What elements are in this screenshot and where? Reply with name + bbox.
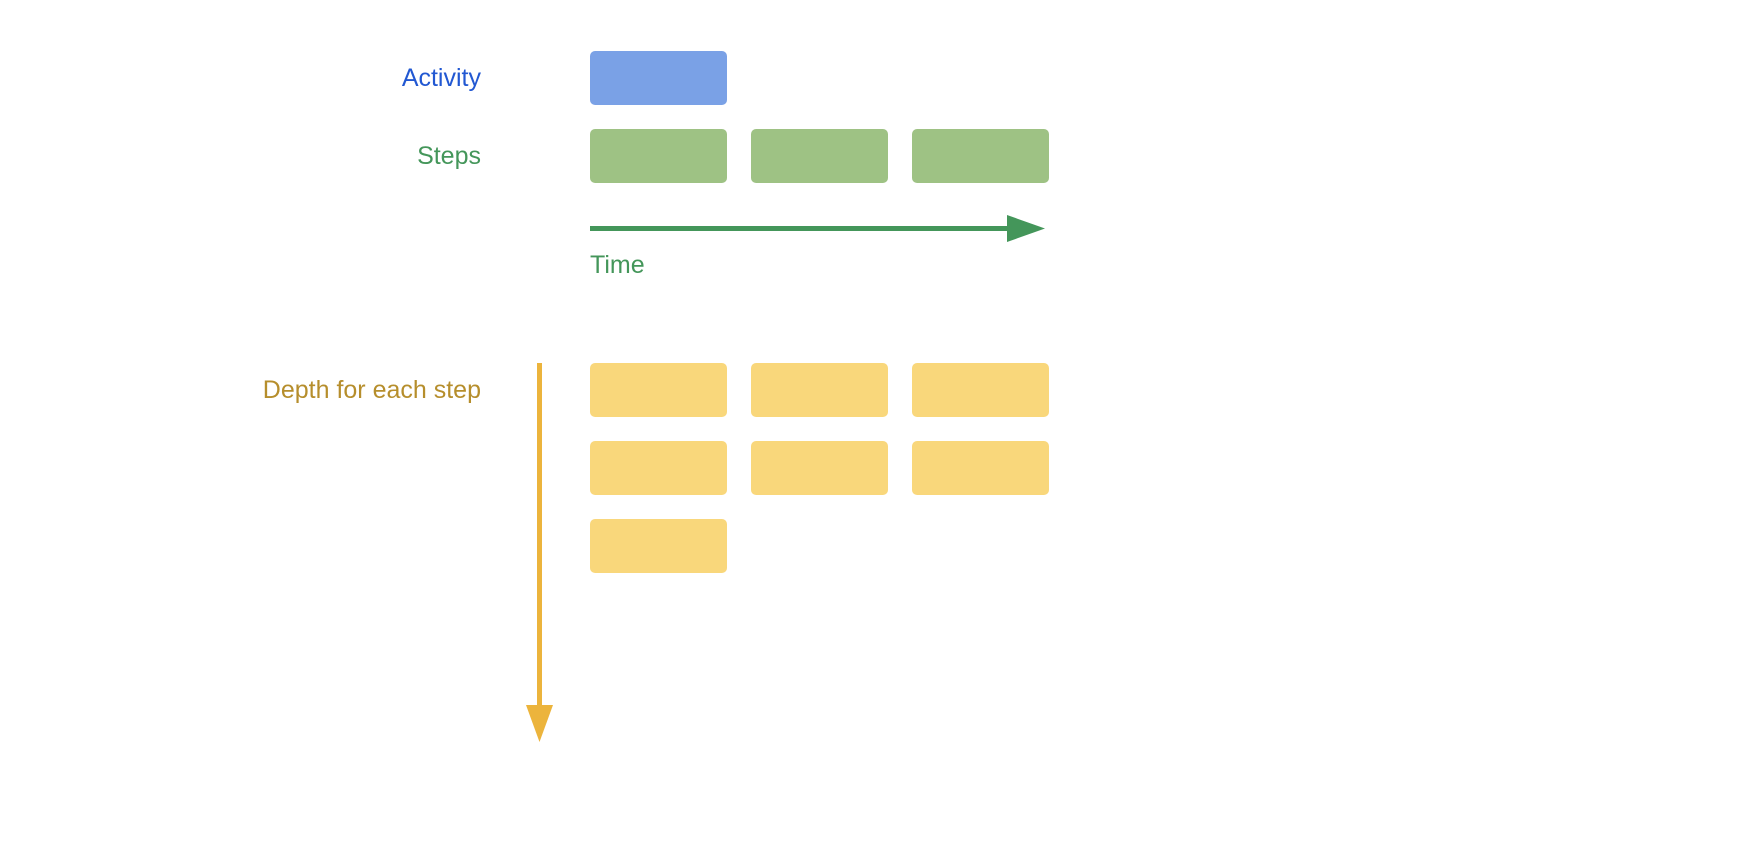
depth-arrow (526, 363, 553, 742)
time-label: Time (590, 251, 645, 279)
depth-box (590, 519, 727, 573)
depth-box (751, 363, 888, 417)
depth-box (590, 441, 727, 495)
depth-box (590, 363, 727, 417)
depth-box (912, 441, 1049, 495)
depth-box (751, 441, 888, 495)
arrows (526, 215, 1045, 742)
time-arrow (590, 215, 1045, 242)
depth-box (912, 363, 1049, 417)
